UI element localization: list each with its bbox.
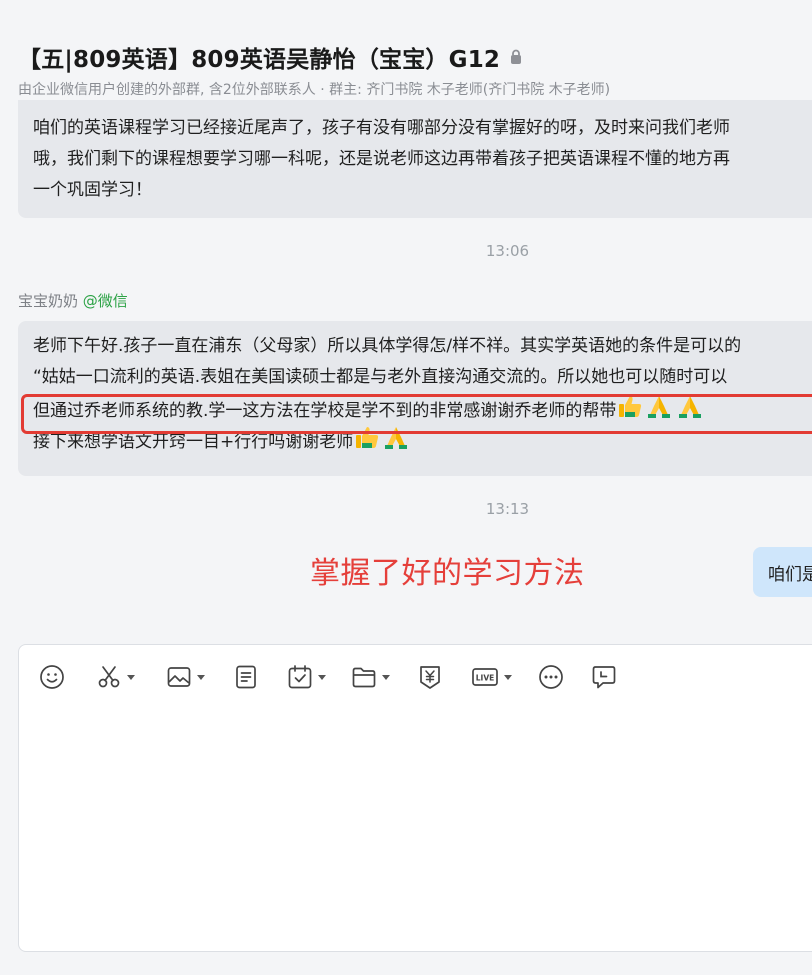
message-line: 一个巩固学习！ (33, 180, 152, 200)
payment-button[interactable] (417, 662, 443, 692)
title-row: 【五|809英语】809英语吴静怡（宝宝）G12 (18, 40, 522, 74)
more-button[interactable] (538, 662, 564, 692)
message-composer: LIVE (18, 644, 812, 952)
timestamp: 13:13 (485, 500, 530, 518)
document-button[interactable] (233, 662, 259, 692)
chevron-down-icon[interactable] (382, 674, 390, 680)
feedback-icon (592, 666, 616, 689)
live-button[interactable]: LIVE (471, 662, 512, 692)
feedback-button[interactable] (591, 662, 617, 692)
message-line-text: 但通过乔老师系统的教.学一这方法在学校是学不到的非常感谢谢乔老师的帮带 (33, 401, 617, 421)
chat-window: 【五|809英语】809英语吴静怡（宝宝）G12 由企业微信用户创建的外部群, … (0, 0, 812, 975)
image-icon (167, 667, 191, 687)
group-subtitle: 由企业微信用户创建的外部群, 含2位外部联系人 · 群主: 齐门书院 木子老师(… (18, 82, 611, 98)
scissors-icon (98, 666, 120, 688)
message-bubble[interactable]: 老师下午好.孩子一直在浦东（父母家）所以具体学得怎/样不祥。其实学英语她的条件是… (18, 321, 812, 476)
folded-hands-icon (644, 393, 674, 429)
chevron-down-icon[interactable] (504, 674, 512, 680)
message-line: 咱们的英语课程学习已经接近尾声了，孩子有没有哪部分没有掌握好的呀，及时来问我们老… (33, 118, 730, 138)
message-line: 哦，我们剩下的课程想要学习哪一科呢，还是说老师这边再带着孩子把英语课程不懂的地方… (33, 149, 730, 169)
screenshot-button[interactable] (96, 662, 135, 692)
calendar-icon (288, 665, 312, 689)
chevron-down-icon[interactable] (318, 674, 326, 680)
more-icon (539, 665, 563, 689)
schedule-button[interactable] (287, 662, 326, 692)
composer-toolbar: LIVE (37, 662, 617, 692)
group-title[interactable]: 【五|809英语】809英语吴静怡（宝宝）G12 (18, 40, 500, 74)
thumbs-up-icon (354, 424, 380, 460)
wechat-tag: @微信 (82, 292, 128, 310)
emoji-button[interactable] (39, 662, 65, 692)
lock-icon (510, 49, 522, 65)
document-icon (236, 665, 256, 689)
message-line: 老师下午好.孩子一直在浦东（父母家）所以具体学得怎/样不祥。其实学英语她的条件是… (33, 336, 742, 356)
sender-name-text: 宝宝奶奶 (18, 292, 79, 310)
file-button[interactable] (351, 662, 390, 692)
folded-hands-icon (675, 393, 705, 429)
message-input[interactable] (31, 705, 812, 944)
svg-text:LIVE: LIVE (476, 674, 495, 683)
folder-icon (352, 667, 376, 688)
payment-icon (420, 666, 440, 689)
message-bubble[interactable]: 咱们的英语课程学习已经接近尾声了，孩子有没有哪部分没有掌握好的呀，及时来问我们老… (18, 100, 812, 218)
message-line: “姑姑一口流利的英语.表姐在美国读硕士都是与老外直接沟通交流的。所以她也可以随时… (33, 367, 728, 387)
emoji-icon (40, 665, 64, 689)
chevron-down-icon[interactable] (197, 674, 205, 680)
folded-hands-icon (381, 424, 411, 460)
annotation-text: 掌握了好的学习方法 (310, 556, 585, 591)
live-icon: LIVE (472, 668, 498, 686)
sender-name[interactable]: 宝宝奶奶 @微信 (18, 290, 128, 311)
chevron-down-icon[interactable] (127, 674, 135, 680)
thumbs-up-icon (617, 393, 643, 429)
own-message-bubble[interactable]: 咱们是 (753, 547, 812, 597)
message-line-text: 接下来想学语文开窍一目+行行吗谢谢老师 (33, 432, 354, 452)
message-line-highlighted: 但通过乔老师系统的教.学一这方法在学校是学不到的非常感谢谢乔老师的帮带 (33, 393, 812, 424)
timestamp: 13:06 (485, 242, 530, 260)
image-button[interactable] (166, 662, 205, 692)
